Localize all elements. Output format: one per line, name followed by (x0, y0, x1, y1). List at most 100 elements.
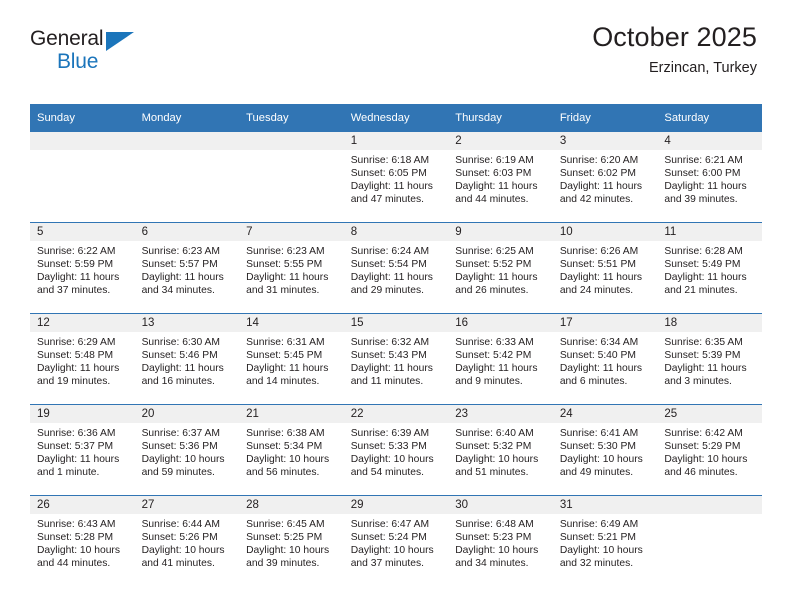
sunset-text: Sunset: 5:25 PM (246, 532, 323, 544)
day-cell-inner: 11 Sunrise: 6:28 AM Sunset: 5:49 PM Dayligh… (657, 223, 762, 313)
sunset-text: Sunset: 5:46 PM (141, 350, 218, 362)
page-title: October 2025 (592, 22, 757, 52)
weekday-header-wednesday: Wednesday (343, 104, 449, 132)
day-sun-info (135, 150, 240, 154)
calendar-day-cell[interactable]: 12 Sunrise: 6:29 AM Sunset: 5:48 PM Dayligh… (30, 313, 135, 405)
calendar-day-cell[interactable]: 22 Sunrise: 6:39 AM Sunset: 5:33 PM Dayligh… (343, 404, 449, 496)
calendar-day-cell[interactable]: 25 Sunrise: 6:42 AM Sunset: 5:29 PM Dayligh… (657, 404, 762, 496)
daylight-text: Daylight: 11 hours (664, 363, 747, 375)
calendar-day-cell[interactable]: 26 Sunrise: 6:43 AM Sunset: 5:28 PM Dayligh… (30, 495, 135, 586)
day-cell-inner (657, 496, 762, 586)
calendar-day-cell[interactable]: 11 Sunrise: 6:28 AM Sunset: 5:49 PM Dayligh… (657, 222, 762, 314)
day-sun-info: Sunrise: 6:37 AM Sunset: 5:36 PM Daylight:… (135, 423, 240, 479)
daylight-text: Daylight: 10 hours (455, 454, 539, 466)
daylight-text: Daylight: 11 hours (37, 363, 120, 375)
day-sun-info: Sunrise: 6:39 AM Sunset: 5:33 PM Daylight:… (344, 423, 449, 479)
sunrise-text: Sunrise: 6:23 AM (141, 246, 220, 257)
calendar-day-cell[interactable]: 19 Sunrise: 6:36 AM Sunset: 5:37 PM Dayligh… (30, 404, 135, 496)
calendar-page: General Blue October 2025 Erzincan, Turk… (0, 0, 792, 612)
calendar-day-cell[interactable]: 27 Sunrise: 6:44 AM Sunset: 5:26 PM Dayligh… (134, 495, 240, 586)
daylight-text: Daylight: 11 hours (37, 454, 120, 466)
daylight-text: and 6 minutes. (559, 376, 628, 388)
daylight-text: Daylight: 11 hours (350, 363, 433, 375)
calendar-day-cell[interactable]: 16 Sunrise: 6:33 AM Sunset: 5:42 PM Dayligh… (448, 313, 553, 405)
day-sun-info: Sunrise: 6:28 AM Sunset: 5:49 PM Daylight:… (657, 241, 762, 297)
sunrise-text: Sunrise: 6:28 AM (664, 246, 743, 257)
calendar-day-cell[interactable]: 20 Sunrise: 6:37 AM Sunset: 5:36 PM Dayligh… (134, 404, 240, 496)
day-sun-info (239, 150, 344, 154)
sunrise-text: Sunrise: 6:22 AM (37, 246, 116, 257)
calendar-day-cell[interactable]: 29 Sunrise: 6:47 AM Sunset: 5:24 PM Dayligh… (343, 495, 449, 586)
sunrise-text: Sunrise: 6:36 AM (37, 428, 116, 439)
sunset-text: Sunset: 5:54 PM (350, 259, 427, 271)
day-cell-inner: 31 Sunrise: 6:49 AM Sunset: 5:21 PM Dayligh… (552, 496, 658, 586)
calendar-day-cell[interactable]: 13 Sunrise: 6:30 AM Sunset: 5:46 PM Dayligh… (134, 313, 240, 405)
daylight-text: and 32 minutes. (559, 558, 634, 570)
daylight-text: and 54 minutes. (350, 467, 424, 479)
day-cell-inner: 29 Sunrise: 6:47 AM Sunset: 5:24 PM Dayligh… (343, 496, 449, 586)
sunset-text: Sunset: 5:45 PM (246, 350, 323, 362)
calendar-day-cell[interactable]: 8 Sunrise: 6:24 AM Sunset: 5:54 PM Daylight… (343, 222, 449, 314)
calendar-week-row: 5 Sunrise: 6:22 AM Sunset: 5:59 PM Daylight… (30, 222, 762, 314)
sunset-text: Sunset: 5:57 PM (141, 259, 218, 271)
calendar-day-cell[interactable]: 30 Sunrise: 6:48 AM Sunset: 5:23 PM Dayligh… (448, 495, 553, 586)
day-cell-inner: 15 Sunrise: 6:32 AM Sunset: 5:43 PM Dayligh… (343, 314, 449, 404)
sunrise-text: Sunrise: 6:49 AM (559, 519, 639, 530)
calendar-day-cell[interactable]: 1 Sunrise: 6:18 AM Sunset: 6:05 PM Daylight… (343, 132, 449, 223)
day-number: 22 (343, 405, 449, 423)
weekday-header-saturday: Saturday (657, 104, 762, 132)
daylight-text: and 37 minutes. (350, 558, 424, 570)
day-cell-inner: 21 Sunrise: 6:38 AM Sunset: 5:34 PM Dayligh… (239, 405, 344, 495)
sunset-text: Sunset: 5:52 PM (455, 259, 532, 271)
sunrise-text: Sunrise: 6:39 AM (350, 428, 430, 439)
day-sun-info: Sunrise: 6:30 AM Sunset: 5:46 PM Daylight:… (135, 332, 240, 388)
day-sun-info: Sunrise: 6:38 AM Sunset: 5:34 PM Daylight:… (239, 423, 344, 479)
calendar-day-cell[interactable]: 9 Sunrise: 6:25 AM Sunset: 5:52 PM Daylight… (448, 222, 553, 314)
blue-triangle-icon (106, 32, 134, 51)
day-cell-inner: 27 Sunrise: 6:44 AM Sunset: 5:26 PM Dayligh… (134, 496, 240, 586)
day-number: 28 (239, 496, 344, 514)
sunrise-text: Sunrise: 6:34 AM (559, 337, 639, 348)
calendar-day-cell[interactable]: 7 Sunrise: 6:23 AM Sunset: 5:55 PM Daylight… (239, 222, 344, 314)
calendar-day-cell[interactable]: 5 Sunrise: 6:22 AM Sunset: 5:59 PM Daylight… (30, 222, 135, 314)
calendar-day-cell[interactable]: 17 Sunrise: 6:34 AM Sunset: 5:40 PM Dayligh… (552, 313, 658, 405)
calendar-day-cell[interactable]: 18 Sunrise: 6:35 AM Sunset: 5:39 PM Dayligh… (657, 313, 762, 405)
calendar-day-cell[interactable]: 24 Sunrise: 6:41 AM Sunset: 5:30 PM Dayligh… (552, 404, 658, 496)
daylight-text: and 37 minutes. (37, 285, 111, 297)
calendar-day-cell[interactable]: 15 Sunrise: 6:32 AM Sunset: 5:43 PM Dayligh… (343, 313, 449, 405)
calendar-day-cell[interactable]: 28 Sunrise: 6:45 AM Sunset: 5:25 PM Dayligh… (239, 495, 344, 586)
sunset-text: Sunset: 5:55 PM (246, 259, 323, 271)
calendar-day-cell[interactable]: 23 Sunrise: 6:40 AM Sunset: 5:32 PM Dayligh… (448, 404, 553, 496)
day-sun-info: Sunrise: 6:33 AM Sunset: 5:42 PM Daylight:… (448, 332, 553, 388)
calendar-body: 1 Sunrise: 6:18 AM Sunset: 6:05 PM Daylight… (30, 132, 762, 586)
sunrise-text: Sunrise: 6:35 AM (664, 337, 743, 348)
calendar-week-row: 19 Sunrise: 6:36 AM Sunset: 5:37 PM Dayligh… (30, 404, 762, 496)
calendar-day-cell[interactable]: 10 Sunrise: 6:26 AM Sunset: 5:51 PM Dayligh… (552, 222, 658, 314)
daylight-text: Daylight: 10 hours (246, 545, 330, 557)
sunrise-text: Sunrise: 6:18 AM (350, 155, 430, 166)
daylight-text: and 34 minutes. (141, 285, 215, 297)
sunrise-text: Sunrise: 6:41 AM (559, 428, 639, 439)
day-sun-info: Sunrise: 6:41 AM Sunset: 5:30 PM Daylight:… (553, 423, 658, 479)
daylight-text: and 9 minutes. (455, 376, 523, 388)
daylight-text: Daylight: 10 hours (141, 454, 225, 466)
day-cell-inner (30, 132, 135, 222)
sunset-text: Sunset: 5:24 PM (350, 532, 427, 544)
day-cell-inner: 7 Sunrise: 6:23 AM Sunset: 5:55 PM Daylight… (239, 223, 344, 313)
daylight-text: Daylight: 11 hours (455, 363, 538, 375)
sunrise-text: Sunrise: 6:33 AM (455, 337, 534, 348)
calendar-day-cell[interactable]: 14 Sunrise: 6:31 AM Sunset: 5:45 PM Dayligh… (239, 313, 344, 405)
calendar-day-cell[interactable]: 31 Sunrise: 6:49 AM Sunset: 5:21 PM Dayligh… (552, 495, 658, 586)
day-cell-inner: 8 Sunrise: 6:24 AM Sunset: 5:54 PM Daylight… (343, 223, 449, 313)
day-sun-info: Sunrise: 6:21 AM Sunset: 6:00 PM Daylight:… (657, 150, 762, 206)
daylight-text: Daylight: 11 hours (246, 272, 329, 284)
sunrise-text: Sunrise: 6:29 AM (37, 337, 116, 348)
calendar-day-cell[interactable]: 6 Sunrise: 6:23 AM Sunset: 5:57 PM Daylight… (134, 222, 240, 314)
day-cell-inner: 12 Sunrise: 6:29 AM Sunset: 5:48 PM Dayligh… (30, 314, 135, 404)
calendar-day-cell[interactable]: 4 Sunrise: 6:21 AM Sunset: 6:00 PM Daylight… (657, 132, 762, 223)
calendar-day-cell[interactable]: 2 Sunrise: 6:19 AM Sunset: 6:03 PM Daylight… (448, 132, 553, 223)
calendar-day-cell[interactable]: 21 Sunrise: 6:38 AM Sunset: 5:34 PM Dayligh… (239, 404, 344, 496)
calendar-day-cell[interactable]: 3 Sunrise: 6:20 AM Sunset: 6:02 PM Daylight… (552, 132, 658, 223)
daylight-text: and 51 minutes. (455, 467, 529, 479)
general-blue-logo[interactable]: General Blue (30, 22, 150, 88)
